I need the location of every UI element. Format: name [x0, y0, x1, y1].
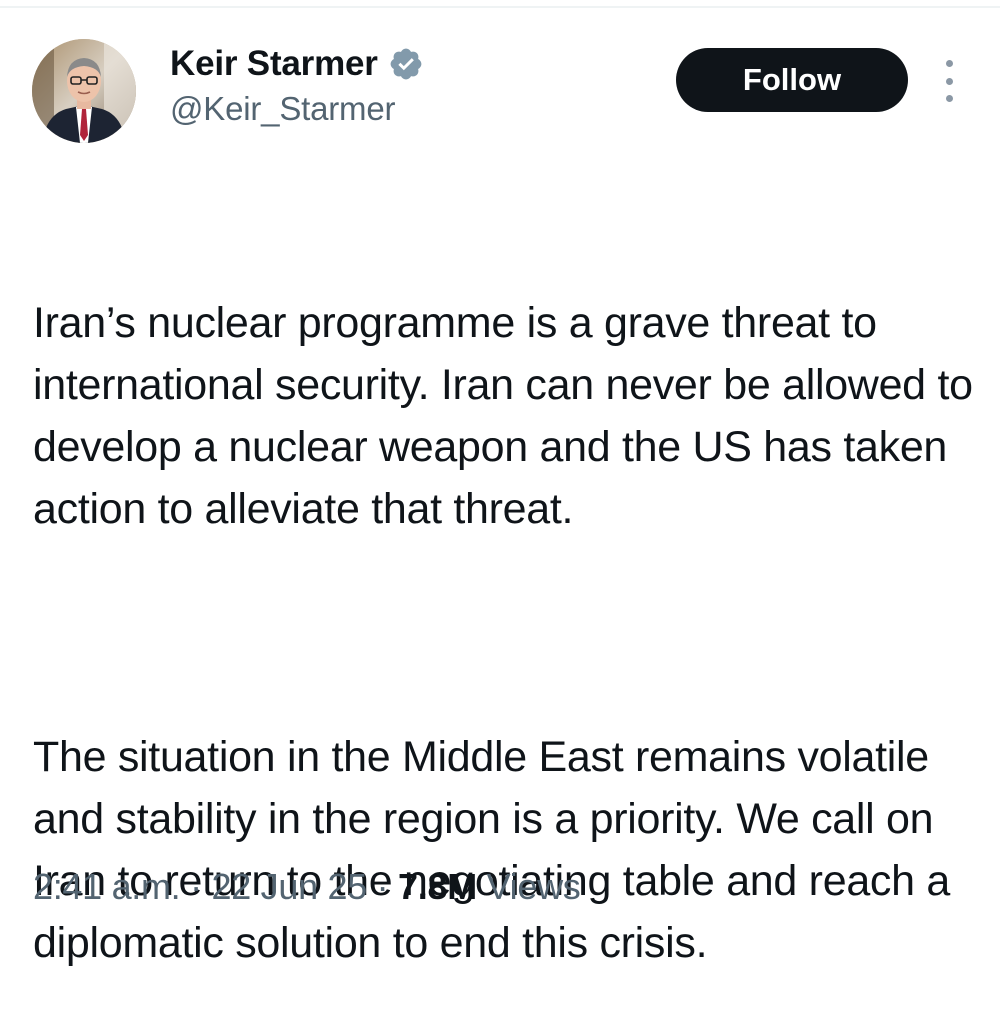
tweet-time[interactable]: 2:41 a.m. — [33, 866, 181, 907]
avatar[interactable] — [32, 39, 136, 143]
avatar-photo — [32, 39, 136, 143]
meta-separator: · — [376, 866, 389, 907]
views-label: Views — [486, 866, 581, 907]
tweet-header: Keir Starmer @Keir_Starmer Follow — [0, 0, 1000, 150]
verified-badge-icon — [388, 46, 424, 82]
tweet-paragraph: Iran’s nuclear programme is a grave thre… — [33, 299, 985, 533]
more-dot — [945, 60, 953, 67]
views-count[interactable]: 7.8M — [398, 866, 477, 907]
more-dot — [945, 95, 953, 102]
meta-separator: · — [190, 866, 202, 907]
follow-button[interactable]: Follow — [676, 48, 908, 112]
tweet-date[interactable]: 22 Jun 25 — [212, 866, 368, 907]
name-row: Keir Starmer — [170, 42, 424, 86]
user-handle[interactable]: @Keir_Starmer — [170, 90, 424, 128]
author-block: Keir Starmer @Keir_Starmer — [170, 42, 424, 128]
tweet-meta: 2:41 a.m. · 22 Jun 25 · 7.8M Views — [33, 866, 581, 908]
more-dot — [945, 77, 953, 85]
more-options-icon[interactable] — [934, 60, 964, 102]
display-name[interactable]: Keir Starmer — [170, 44, 378, 84]
tweet-paragraph: The situation in the Middle East remains… — [33, 733, 962, 967]
